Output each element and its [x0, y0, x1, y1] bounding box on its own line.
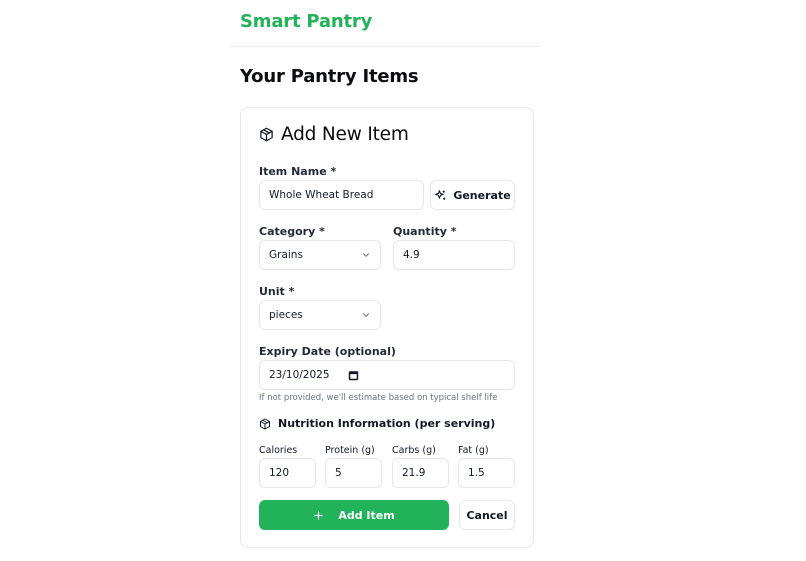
cancel-label: Cancel [466, 508, 508, 522]
calendar-icon[interactable] [348, 370, 359, 381]
carbs-value: 21.9 [402, 467, 426, 479]
brand-title: Smart Pantry [240, 11, 373, 32]
page-title: Your Pantry Items [240, 66, 419, 87]
carbs-input[interactable]: 21.9 [392, 458, 449, 488]
category-value: Grains [269, 249, 303, 261]
calories-label: Calories [259, 445, 298, 456]
item-name-input[interactable]: Whole Wheat Bread [259, 180, 424, 210]
category-select[interactable]: Grains [259, 240, 381, 270]
fat-input[interactable]: 1.5 [458, 458, 515, 488]
plus-icon [314, 510, 324, 520]
item-name-value: Whole Wheat Bread [269, 189, 374, 201]
card-title-text: Add New Item [281, 124, 409, 145]
carbs-label: Carbs (g) [392, 445, 436, 456]
category-label: Category * [259, 225, 325, 238]
protein-value: 5 [335, 467, 342, 479]
item-name-label: Item Name * [259, 165, 337, 178]
generate-button[interactable]: Generate [430, 180, 515, 210]
calories-input[interactable]: 120 [259, 458, 316, 488]
sparkles-icon [435, 189, 446, 200]
package-icon [260, 127, 273, 142]
fat-label: Fat (g) [458, 445, 489, 456]
quantity-input[interactable]: 4.9 [393, 240, 515, 270]
app-header: Smart Pantry [229, 0, 540, 47]
add-item-card: Add New Item Item Name * Whole Wheat Bre… [240, 107, 534, 548]
generate-label: Generate [453, 188, 511, 202]
quantity-value: 4.9 [403, 249, 420, 261]
protein-input[interactable]: 5 [325, 458, 382, 488]
chevron-down-icon [362, 253, 370, 257]
nutrition-title-text: Nutrition Information (per serving) [278, 417, 496, 430]
unit-label: Unit * [259, 285, 295, 298]
unit-value: pieces [269, 309, 303, 321]
expiry-date-input[interactable]: 23/10/2025 [259, 360, 515, 390]
protein-label: Protein (g) [325, 445, 375, 456]
add-item-button[interactable]: Add Item [259, 500, 449, 530]
calories-value: 120 [269, 467, 290, 479]
expiry-hint: If not provided, we'll estimate based on… [259, 393, 498, 403]
nutrition-title: Nutrition Information (per serving) [259, 417, 495, 430]
package-icon [260, 418, 270, 429]
expiry-label: Expiry Date (optional) [259, 345, 396, 358]
chevron-down-icon [362, 313, 370, 317]
unit-select[interactable]: pieces [259, 300, 381, 330]
add-item-label: Add Item [338, 508, 395, 522]
card-title: Add New Item [259, 124, 409, 145]
quantity-label: Quantity * [393, 225, 457, 238]
cancel-button[interactable]: Cancel [459, 500, 515, 530]
expiry-value: 23/10/2025 [269, 369, 330, 381]
fat-value: 1.5 [468, 467, 485, 479]
